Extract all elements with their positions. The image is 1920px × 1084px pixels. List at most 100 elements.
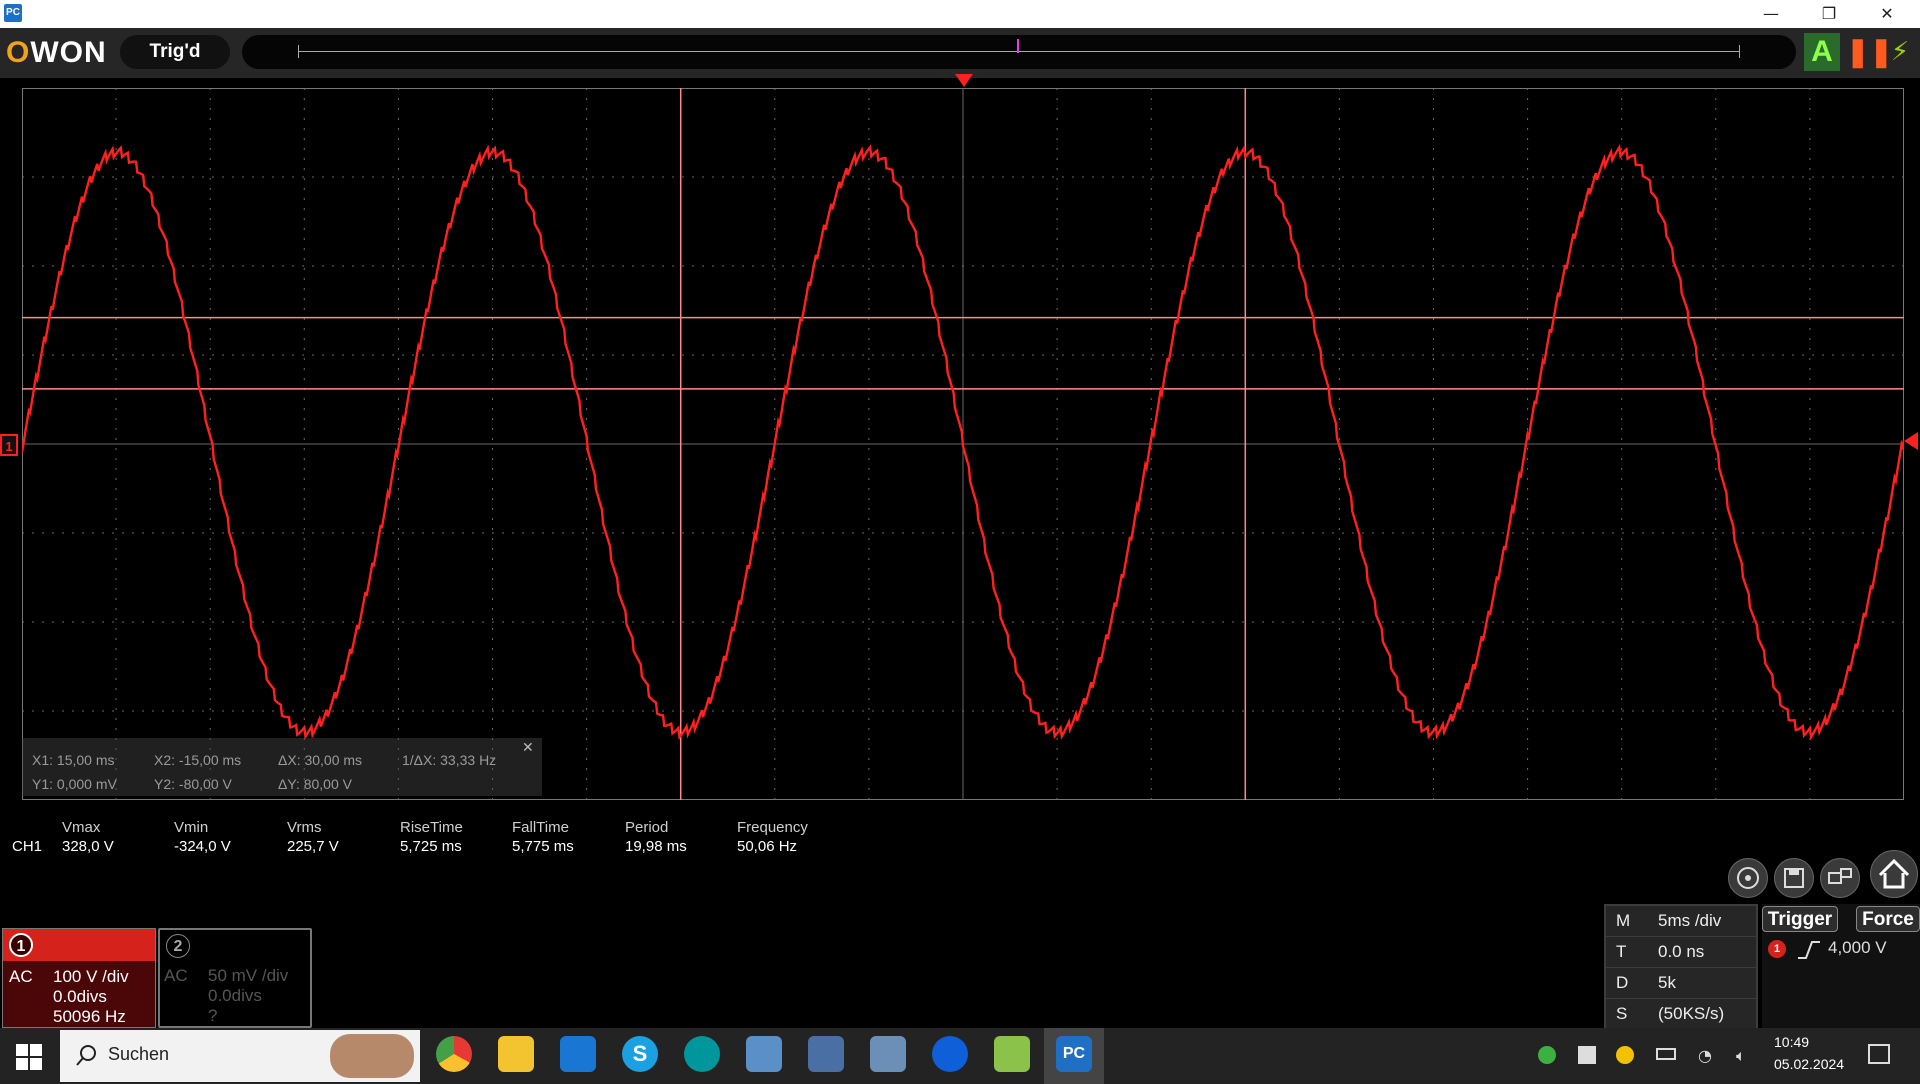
timeline-trigger-marker[interactable] bbox=[1017, 39, 1019, 53]
owon-logo: OWON bbox=[6, 36, 107, 70]
windows-start-icon[interactable] bbox=[16, 1044, 42, 1075]
home-icon[interactable] bbox=[1870, 850, 1918, 898]
remote-desktop-icon[interactable] bbox=[746, 1036, 782, 1072]
tb-key: M bbox=[1616, 911, 1631, 930]
timebase-panel[interactable]: M 5ms /div T 0.0 ns D 5k S (50KS/s) bbox=[1604, 904, 1758, 1030]
calculator-icon[interactable] bbox=[808, 1036, 844, 1072]
cursor-y1: Y1: 0,000 mV bbox=[32, 776, 117, 792]
skype-icon[interactable]: S bbox=[622, 1036, 658, 1072]
measure-value: 5,725 ms bbox=[400, 838, 462, 855]
timebase-row-trigger-time[interactable]: T 0.0 ns bbox=[1606, 937, 1756, 967]
measure-value: 19,98 ms bbox=[625, 838, 687, 855]
trigger-source-icon: 1 bbox=[1768, 940, 1786, 958]
xy-tool-icon[interactable] bbox=[994, 1036, 1030, 1072]
measure-glyph bbox=[1737, 867, 1759, 889]
ch2-frequency: ? bbox=[208, 1006, 218, 1025]
window-switch-icon[interactable] bbox=[1820, 858, 1860, 898]
tb-value: (50KS/s) bbox=[1658, 1004, 1725, 1023]
shield-icon[interactable] bbox=[1578, 1046, 1596, 1064]
home-glyph bbox=[1878, 858, 1910, 889]
search-highlight-image bbox=[330, 1034, 414, 1078]
ch1-settings-panel[interactable]: 1 AC 100 V /div 0.0divs 50096 Hz bbox=[2, 928, 156, 1028]
force-button[interactable]: Force bbox=[1856, 906, 1920, 932]
ch1-number-icon: 1 bbox=[9, 933, 33, 957]
waveform-display[interactable] bbox=[22, 88, 1904, 800]
restore-button[interactable]: ❐ bbox=[1806, 0, 1852, 28]
logo-o: O bbox=[6, 36, 31, 69]
cursor-dy: ΔY: 80,00 V bbox=[278, 776, 352, 792]
measure-header: Vmax bbox=[62, 819, 101, 836]
cursor-panel-close-icon[interactable]: ✕ bbox=[522, 740, 534, 756]
arduino-icon[interactable] bbox=[684, 1036, 720, 1072]
measure-value: 225,7 V bbox=[287, 838, 339, 855]
battery-icon[interactable] bbox=[1656, 1048, 1676, 1060]
cursor-dx: ΔX: 30,00 ms bbox=[278, 752, 363, 768]
search-placeholder: Suchen bbox=[108, 1044, 170, 1064]
ch1-offset-marker[interactable]: 1 bbox=[0, 434, 18, 456]
save-icon[interactable] bbox=[1774, 858, 1814, 898]
save-glyph bbox=[1784, 868, 1804, 888]
app-icon: PC bbox=[4, 4, 22, 22]
cursor-inv-dx: 1/ΔX: 33,33 Hz bbox=[402, 752, 497, 768]
ch1-scale: 100 V /div bbox=[53, 967, 129, 986]
tb-key: D bbox=[1616, 973, 1629, 992]
cursor-x1: X1: 15,00 ms bbox=[32, 752, 115, 768]
cursor-y2: Y2: -80,00 V bbox=[154, 776, 232, 792]
measure-channel: CH1 bbox=[12, 838, 43, 855]
mail-icon[interactable] bbox=[560, 1036, 596, 1072]
search-icon bbox=[76, 1044, 98, 1071]
network-tool-icon[interactable] bbox=[870, 1036, 906, 1072]
file-explorer-icon[interactable] bbox=[498, 1036, 534, 1072]
wifi-icon[interactable]: ◔ bbox=[1698, 1046, 1712, 1065]
measure-header: Vmin bbox=[174, 819, 209, 836]
clock-time[interactable]: 10:49 bbox=[1774, 1034, 1809, 1050]
close-button[interactable]: ✕ bbox=[1864, 0, 1910, 28]
teamviewer-icon[interactable] bbox=[932, 1036, 968, 1072]
owon-pc-app-icon[interactable]: PC bbox=[1056, 1036, 1092, 1072]
volume-icon[interactable]: 🔈︎ bbox=[1736, 1046, 1746, 1066]
run-stop-button[interactable]: ❚❚ bbox=[1846, 34, 1893, 70]
timeline-line bbox=[298, 51, 1740, 52]
tb-value: 0.0 ns bbox=[1658, 942, 1705, 961]
ch2-settings-panel[interactable]: 2 AC 50 mV /div 0.0divs ? bbox=[158, 928, 312, 1028]
measure-header: FallTime bbox=[512, 819, 569, 836]
tb-value: 5ms /div bbox=[1658, 911, 1722, 930]
logo-text: WON bbox=[30, 36, 107, 69]
cursor-x2: X2: -15,00 ms bbox=[154, 752, 242, 768]
tb-key: S bbox=[1616, 1004, 1628, 1023]
update-icon[interactable] bbox=[1616, 1046, 1634, 1064]
trigger-position-icon[interactable] bbox=[955, 74, 973, 87]
tb-value: 5k bbox=[1658, 973, 1676, 992]
notification-icon[interactable] bbox=[1868, 1044, 1890, 1064]
trigger-status-badge: Trig'd bbox=[120, 35, 230, 69]
clock-date[interactable]: 05.02.2024 bbox=[1774, 1056, 1844, 1072]
timebase-row-depth[interactable]: D 5k bbox=[1606, 968, 1756, 998]
measure-icon[interactable] bbox=[1728, 858, 1768, 898]
tb-key: T bbox=[1616, 942, 1627, 961]
title-bar bbox=[0, 0, 1920, 28]
timebase-row-sample-rate[interactable]: S (50KS/s) bbox=[1606, 999, 1756, 1029]
trigger-panel: Trigger Force 1 4,000 V bbox=[1762, 904, 1920, 1030]
trigger-level-icon[interactable] bbox=[1904, 432, 1918, 450]
measure-value: 5,775 ms bbox=[512, 838, 574, 855]
single-trigger-bolt-icon[interactable]: ⚡ bbox=[1884, 34, 1916, 70]
trigger-level: 4,000 V bbox=[1828, 938, 1887, 957]
ch1-coupling: AC bbox=[9, 967, 33, 986]
autoset-button[interactable]: A bbox=[1804, 33, 1840, 71]
security-check-icon[interactable] bbox=[1538, 1046, 1556, 1064]
window-switch-glyph bbox=[1828, 868, 1852, 884]
trigger-button[interactable]: Trigger bbox=[1762, 906, 1838, 932]
cursor-info-panel: X1: 15,00 ms X2: -15,00 ms ΔX: 30,00 ms … bbox=[22, 738, 542, 796]
rising-edge-icon bbox=[1798, 941, 1820, 959]
chrome-icon[interactable] bbox=[436, 1036, 472, 1072]
measure-header: RiseTime bbox=[400, 819, 463, 836]
measure-value: 328,0 V bbox=[62, 838, 114, 855]
timebase-row-main[interactable]: M 5ms /div bbox=[1606, 906, 1756, 936]
timeline-start-tick bbox=[298, 45, 299, 58]
ch2-number-icon: 2 bbox=[166, 934, 190, 958]
minimize-button[interactable]: — bbox=[1748, 0, 1794, 28]
timeline-end-tick bbox=[1739, 45, 1740, 58]
ch2-coupling: AC bbox=[164, 966, 188, 985]
memory-timeline[interactable] bbox=[242, 35, 1796, 69]
ch2-offset: 0.0divs bbox=[208, 986, 262, 1005]
